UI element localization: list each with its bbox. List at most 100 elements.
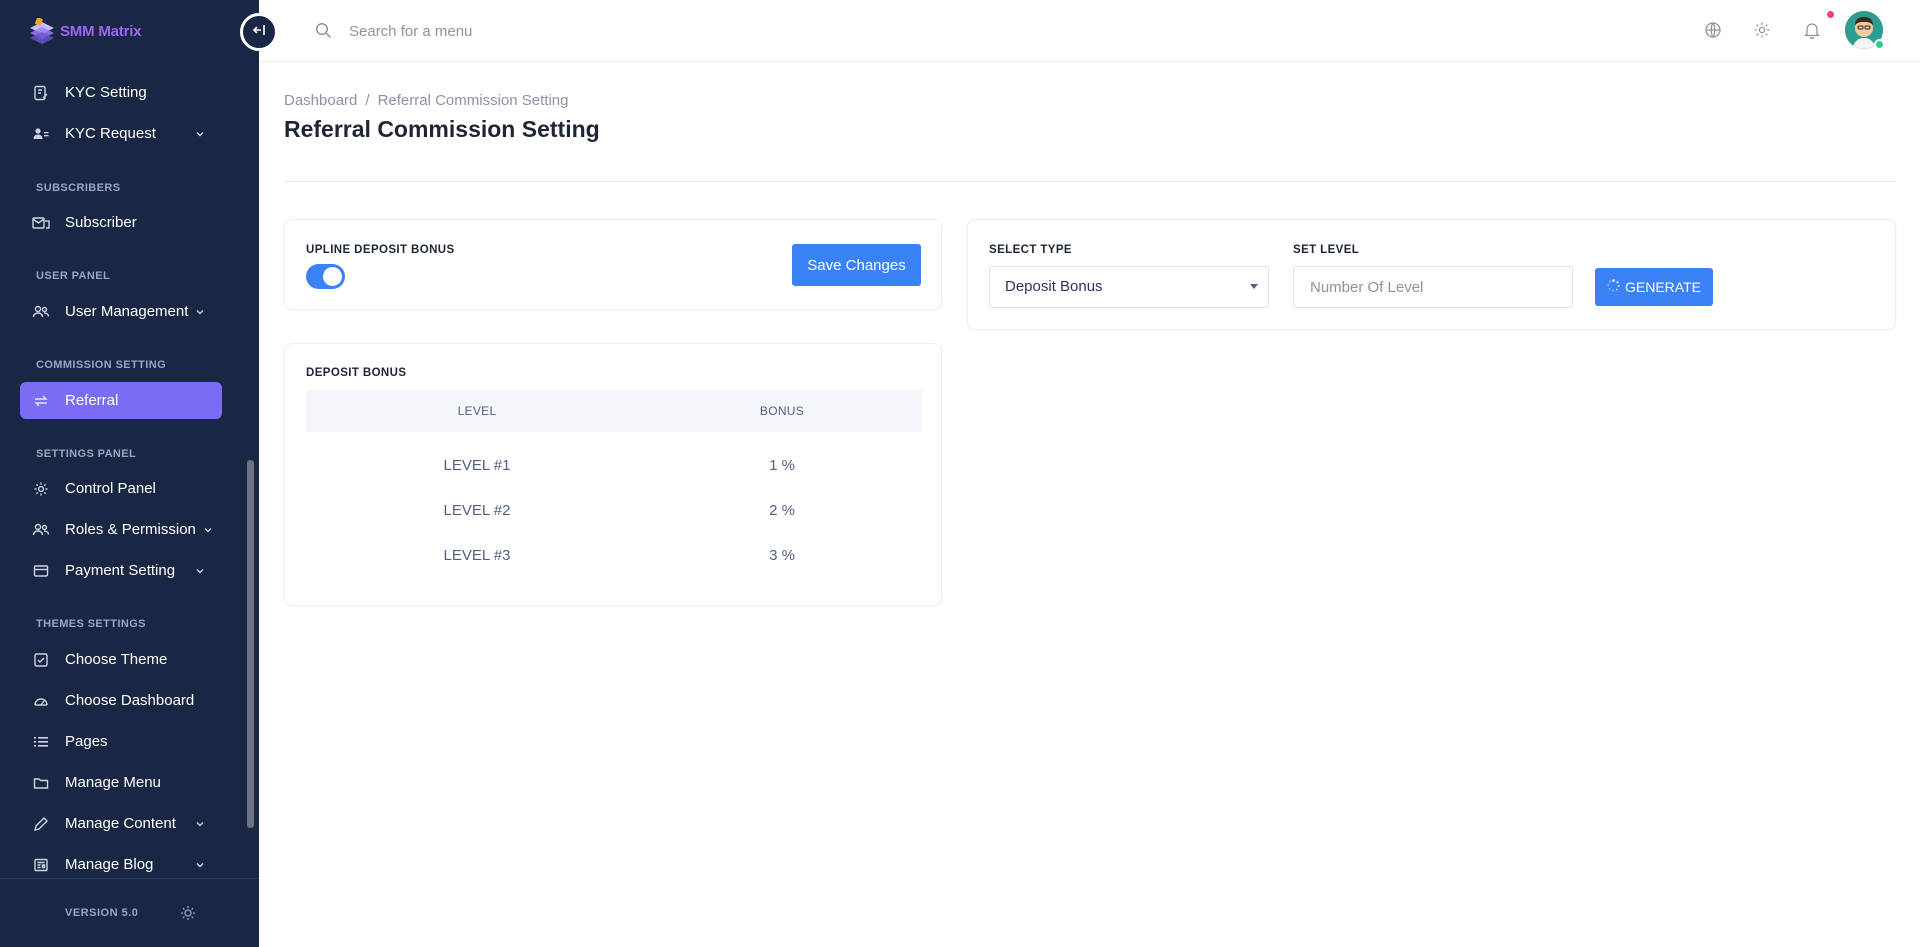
generate-level-card: SELECT TYPE SET LEVEL Deposit Bonus GENE…	[967, 219, 1896, 330]
chevron-down-icon	[194, 564, 206, 576]
refresh-arrows-icon	[32, 392, 50, 410]
search-input[interactable]	[349, 16, 749, 46]
notification-dot	[1827, 11, 1834, 18]
brand-logo-icon	[28, 17, 56, 44]
file-edit-icon	[32, 84, 50, 102]
table-row: LEVEL #3 3 %	[306, 533, 922, 578]
upline-bonus-card: UPLINE DEPOSIT BONUS Save Changes	[284, 219, 942, 310]
chevron-down-icon	[194, 858, 206, 870]
sidebar-item-label: Pages	[65, 733, 108, 750]
select-type-value: Deposit Bonus	[1005, 278, 1103, 295]
chevron-down-icon	[194, 127, 206, 139]
level-count-input[interactable]	[1293, 266, 1573, 308]
users-icon	[32, 303, 50, 321]
sidebar-item-label: Roles & Permission	[65, 521, 196, 538]
chevron-down-icon	[194, 305, 206, 317]
sidebar-item-manage-content[interactable]: Manage Content	[20, 805, 222, 842]
sidebar-item-label: KYC Setting	[65, 84, 147, 101]
sidebar-item-label: Manage Menu	[65, 774, 161, 791]
breadcrumb-current: Referral Commission Setting	[377, 92, 569, 109]
sidebar-item-payment-setting[interactable]: Payment Setting	[20, 552, 222, 589]
section-settings-panel: SETTINGS PANEL	[36, 448, 137, 460]
sidebar-footer: VERSION 5.0	[0, 878, 259, 947]
sidebar-item-user-management[interactable]: User Management	[20, 293, 222, 330]
check-square-icon	[32, 651, 50, 669]
header-level: LEVEL	[457, 404, 497, 418]
bonus-cell: 1 %	[769, 457, 795, 474]
arrow-left-bar-icon	[252, 23, 266, 41]
level-cell: LEVEL #1	[443, 457, 511, 474]
generate-button-label: GENERATE	[1625, 279, 1701, 295]
sidebar-item-label: Subscriber	[65, 214, 137, 231]
list-icon	[32, 733, 50, 751]
deposit-bonus-card: DEPOSIT BONUS LEVEL BONUS LEVEL #1 1 % L…	[284, 343, 942, 606]
section-user-panel: USER PANEL	[36, 270, 111, 282]
bell-icon[interactable]	[1803, 21, 1821, 40]
breadcrumb-dashboard[interactable]: Dashboard	[284, 92, 357, 109]
sidebar-item-label: Control Panel	[65, 480, 156, 497]
level-cell: LEVEL #3	[443, 547, 511, 564]
sidebar-scrollbar[interactable]	[247, 460, 254, 828]
select-type-label: SELECT TYPE	[989, 244, 1072, 256]
breadcrumb-separator: /	[365, 92, 370, 109]
sidebar-collapse-button[interactable]	[240, 13, 278, 51]
spinner-icon	[1607, 279, 1620, 295]
online-status-dot	[1874, 39, 1885, 50]
chevron-down-icon	[194, 817, 206, 829]
version-label: VERSION 5.0	[65, 907, 139, 919]
brand-name: SMM Matrix	[60, 22, 142, 40]
sun-icon[interactable]	[180, 905, 196, 921]
level-cell: LEVEL #2	[443, 502, 511, 519]
gear-icon	[32, 480, 50, 498]
section-subscribers: SUBSCRIBERS	[36, 182, 121, 194]
set-level-label: SET LEVEL	[1293, 244, 1360, 256]
sidebar-item-label: Choose Dashboard	[65, 692, 195, 709]
table-row: LEVEL #2 2 %	[306, 488, 922, 533]
upline-bonus-toggle[interactable]	[306, 264, 345, 289]
chevron-down-icon	[202, 523, 214, 535]
sidebar-item-roles-permission[interactable]: Roles & Permission	[20, 511, 222, 548]
search-icon	[315, 22, 332, 39]
credit-card-icon	[32, 562, 50, 580]
sidebar: SMM Matrix KYC Setting KYC Request SUBSC…	[0, 0, 259, 947]
select-type-dropdown[interactable]: Deposit Bonus	[989, 266, 1269, 308]
sidebar-item-pages[interactable]: Pages	[20, 723, 222, 760]
section-themes-settings: THEMES SETTINGS	[36, 618, 146, 630]
bonus-cell: 2 %	[769, 502, 795, 519]
sidebar-item-label: KYC Request	[65, 125, 156, 142]
sidebar-item-label: Manage Blog	[65, 856, 154, 873]
sidebar-item-label: Manage Content	[65, 815, 176, 832]
sidebar-item-manage-menu[interactable]: Manage Menu	[20, 764, 222, 801]
sidebar-item-subscriber[interactable]: Subscriber	[20, 204, 222, 241]
sidebar-item-label: Referral	[65, 392, 119, 409]
sidebar-item-choose-theme[interactable]: Choose Theme	[20, 641, 222, 678]
generate-button[interactable]: GENERATE	[1595, 268, 1713, 306]
page-title: Referral Commission Setting	[284, 116, 600, 142]
sidebar-item-choose-dashboard[interactable]: Choose Dashboard	[20, 682, 222, 719]
gear-icon[interactable]	[1753, 21, 1771, 39]
sidebar-item-label: Payment Setting	[65, 562, 176, 579]
toggle-knob	[323, 267, 342, 286]
sidebar-item-kyc-request[interactable]: KYC Request	[20, 115, 222, 152]
globe-icon[interactable]	[1704, 21, 1722, 39]
sidebar-item-label: Choose Theme	[65, 651, 168, 668]
breadcrumb: Dashboard / Referral Commission Setting	[284, 92, 568, 109]
upline-bonus-label: UPLINE DEPOSIT BONUS	[306, 244, 455, 256]
sidebar-item-label: User Management	[65, 303, 189, 320]
caret-down-icon	[1250, 284, 1258, 289]
bonus-cell: 3 %	[769, 547, 795, 564]
table-row: LEVEL #1 1 %	[306, 443, 922, 488]
mail-group-icon	[32, 214, 50, 232]
save-changes-button[interactable]: Save Changes	[792, 244, 921, 286]
sidebar-item-kyc-setting[interactable]: KYC Setting	[20, 74, 222, 111]
brand[interactable]: SMM Matrix	[28, 16, 142, 46]
sidebar-item-referral[interactable]: Referral	[20, 382, 222, 419]
header-divider	[284, 181, 1896, 182]
header-bonus: BONUS	[759, 404, 805, 418]
pencil-icon	[32, 815, 50, 833]
speedometer-icon	[32, 692, 50, 710]
newspaper-icon	[32, 856, 50, 874]
section-commission-setting: COMMISSION SETTING	[36, 359, 167, 371]
sidebar-item-control-panel[interactable]: Control Panel	[20, 470, 222, 507]
user-list-icon	[32, 125, 50, 143]
